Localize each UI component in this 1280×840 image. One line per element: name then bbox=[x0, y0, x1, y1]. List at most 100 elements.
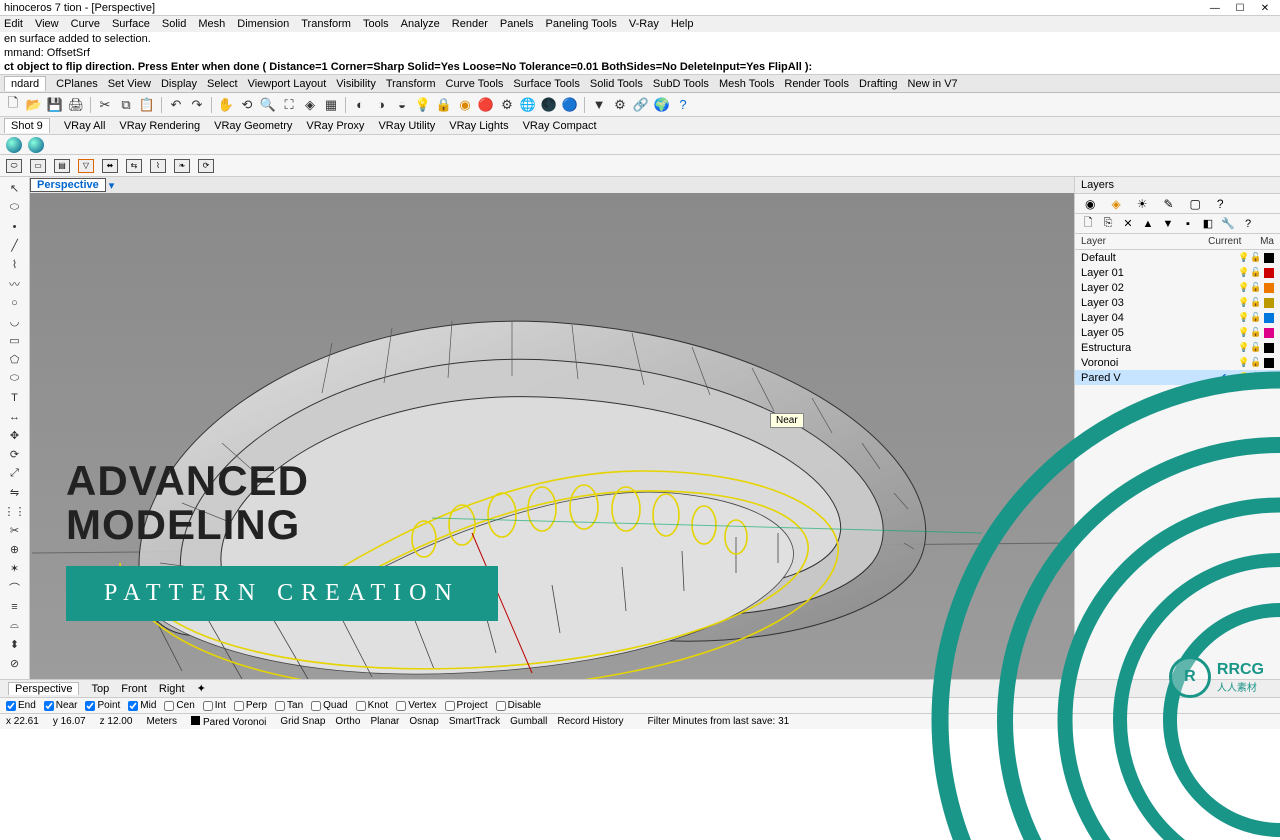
menu-mesh[interactable]: Mesh bbox=[198, 18, 225, 30]
menu-panels[interactable]: Panels bbox=[500, 18, 534, 30]
status-gumball[interactable]: Gumball bbox=[510, 716, 547, 727]
layer-swatch[interactable] bbox=[1264, 268, 1274, 278]
circle-icon[interactable]: ○ bbox=[7, 295, 22, 310]
panel-tab-materials-icon[interactable]: ▢ bbox=[1190, 197, 1201, 211]
osnap-quad-checkbox[interactable] bbox=[311, 701, 321, 711]
view-tab-perspective[interactable]: Perspective bbox=[8, 682, 79, 695]
lasso-icon[interactable]: ⬭ bbox=[7, 200, 22, 215]
layer-visible-icon[interactable]: 💡 bbox=[1238, 297, 1250, 308]
dim-icon[interactable]: ↔ bbox=[7, 409, 22, 424]
save-icon[interactable]: 💾 bbox=[46, 96, 64, 114]
mode-cycle-icon[interactable]: ⟳ bbox=[198, 159, 214, 173]
panel-tab-layers-icon[interactable]: ◈ bbox=[1111, 197, 1120, 211]
close-button[interactable]: ✕ bbox=[1254, 3, 1276, 14]
osnap-int[interactable]: Int bbox=[203, 700, 226, 711]
layer-lock-icon[interactable]: 🔓 bbox=[1250, 252, 1262, 263]
tab-mesh-tools[interactable]: Mesh Tools bbox=[719, 78, 774, 90]
tab-subd-tools[interactable]: SubD Tools bbox=[653, 78, 709, 90]
menu-solid[interactable]: Solid bbox=[162, 18, 186, 30]
osnap-perp[interactable]: Perp bbox=[234, 700, 267, 711]
mode-leaf-icon[interactable]: ❧ bbox=[174, 159, 190, 173]
status-grid-snap[interactable]: Grid Snap bbox=[280, 716, 325, 727]
render-preview-icon[interactable]: ◑ bbox=[372, 96, 390, 114]
mode-crossing-icon[interactable]: ▤ bbox=[54, 159, 70, 173]
status-planar[interactable]: Planar bbox=[370, 716, 399, 727]
line-icon[interactable]: ╱ bbox=[7, 238, 22, 253]
boolean-icon[interactable]: ⊘ bbox=[7, 656, 22, 671]
osnap-quad[interactable]: Quad bbox=[311, 700, 347, 711]
view-tab-front[interactable]: Front bbox=[121, 683, 147, 695]
rectangle-icon[interactable]: ▭ bbox=[7, 333, 22, 348]
osnap-tan-checkbox[interactable] bbox=[275, 701, 285, 711]
join-icon[interactable]: ⊕ bbox=[7, 542, 22, 557]
vray-tab-vray-all[interactable]: VRay All bbox=[64, 120, 106, 132]
command-input[interactable] bbox=[814, 61, 1276, 73]
layer-visible-icon[interactable]: 💡 bbox=[1238, 312, 1250, 323]
shade-icon[interactable]: ◐ bbox=[351, 96, 369, 114]
menu-help[interactable]: Help bbox=[671, 18, 694, 30]
vray-tab-vray-rendering[interactable]: VRay Rendering bbox=[119, 120, 200, 132]
move-icon[interactable]: ✥ bbox=[7, 428, 22, 443]
tab-surface-tools[interactable]: Surface Tools bbox=[513, 78, 579, 90]
panel-tab-help-icon[interactable]: ? bbox=[1217, 197, 1224, 211]
cut-icon[interactable]: ✂ bbox=[96, 96, 114, 114]
explode-icon[interactable]: ✶ bbox=[7, 561, 22, 576]
text-icon[interactable]: T bbox=[7, 390, 22, 405]
menu-tools[interactable]: Tools bbox=[363, 18, 389, 30]
layer-visible-icon[interactable]: 💡 bbox=[1238, 357, 1250, 368]
layer-help-icon[interactable]: ? bbox=[1241, 218, 1255, 230]
osnap-project[interactable]: Project bbox=[445, 700, 488, 711]
menu-curve[interactable]: Curve bbox=[71, 18, 100, 30]
menu-v-ray[interactable]: V-Ray bbox=[629, 18, 659, 30]
zoom-extents-icon[interactable]: ⛶ bbox=[280, 96, 298, 114]
vray-tab-vray-compact[interactable]: VRay Compact bbox=[523, 120, 597, 132]
layer-filter-icon[interactable]: ▪ bbox=[1181, 218, 1195, 230]
layer-row[interactable]: Voronoi💡🔓 bbox=[1075, 355, 1280, 370]
delete-layer-icon[interactable]: ✕ bbox=[1121, 217, 1135, 230]
redo-icon[interactable]: ↷ bbox=[188, 96, 206, 114]
link-icon[interactable]: 🔗 bbox=[632, 96, 650, 114]
new-sublayer-icon[interactable]: ⎘ bbox=[1101, 217, 1115, 230]
layer-visible-icon[interactable]: 💡 bbox=[1238, 267, 1250, 278]
status-smarttrack[interactable]: SmartTrack bbox=[449, 716, 500, 727]
tab-drafting[interactable]: Drafting bbox=[859, 78, 898, 90]
osnap-project-checkbox[interactable] bbox=[445, 701, 455, 711]
osnap-cen-checkbox[interactable] bbox=[164, 701, 174, 711]
osnap-near[interactable]: Near bbox=[44, 700, 78, 711]
layer-lock-icon[interactable]: 🔓 bbox=[1250, 282, 1262, 293]
material-icon[interactable]: 🔴 bbox=[477, 96, 495, 114]
tab-display[interactable]: Display bbox=[161, 78, 197, 90]
ellipse-icon[interactable]: ⬭ bbox=[7, 371, 22, 386]
menu-paneling-tools[interactable]: Paneling Tools bbox=[546, 18, 617, 30]
mode-lasso-icon[interactable]: ⬭ bbox=[6, 159, 22, 173]
layer-row[interactable]: Layer 04💡🔓 bbox=[1075, 310, 1280, 325]
mode-fence-icon[interactable]: ⌇ bbox=[150, 159, 166, 173]
zoom-icon[interactable]: 🔍 bbox=[259, 96, 277, 114]
osnap-knot[interactable]: Knot bbox=[356, 700, 389, 711]
layer-row[interactable]: Estructura💡🔓 bbox=[1075, 340, 1280, 355]
layer-visible-icon[interactable]: 💡 bbox=[1238, 282, 1250, 293]
mirror-icon[interactable]: ⇋ bbox=[7, 485, 22, 500]
osnap-perp-checkbox[interactable] bbox=[234, 701, 244, 711]
panel-tab-render-icon[interactable]: ✎ bbox=[1163, 197, 1173, 211]
layer-visible-icon[interactable]: 💡 bbox=[1238, 342, 1250, 353]
vray-tab-vray-lights[interactable]: VRay Lights bbox=[449, 120, 508, 132]
pointer-icon[interactable]: ↖ bbox=[7, 181, 22, 196]
layer-lock-icon[interactable]: 🔓 bbox=[1250, 267, 1262, 278]
layer-lock-icon[interactable]: 🔓 bbox=[1250, 372, 1262, 383]
osnap-mid-checkbox[interactable] bbox=[128, 701, 138, 711]
mode-polyline-icon[interactable]: ▽ bbox=[78, 159, 94, 173]
rotate-icon[interactable]: ⟳ bbox=[7, 447, 22, 462]
tab-visibility[interactable]: Visibility bbox=[336, 78, 376, 90]
layer-visible-icon[interactable]: 💡 bbox=[1238, 252, 1250, 263]
trim-icon[interactable]: ✂ bbox=[7, 523, 22, 538]
mode-window-icon[interactable]: ▭ bbox=[30, 159, 46, 173]
osnap-vertex-checkbox[interactable] bbox=[396, 701, 406, 711]
osnap-vertex[interactable]: Vertex bbox=[396, 700, 436, 711]
tab-cplanes[interactable]: CPlanes bbox=[56, 78, 98, 90]
menu-edit[interactable]: Edit bbox=[4, 18, 23, 30]
rotate-view-icon[interactable]: ⟲ bbox=[238, 96, 256, 114]
osnap-end[interactable]: End bbox=[6, 700, 36, 711]
layer-swatch[interactable] bbox=[1264, 298, 1274, 308]
layer-swatch[interactable] bbox=[1264, 328, 1274, 338]
